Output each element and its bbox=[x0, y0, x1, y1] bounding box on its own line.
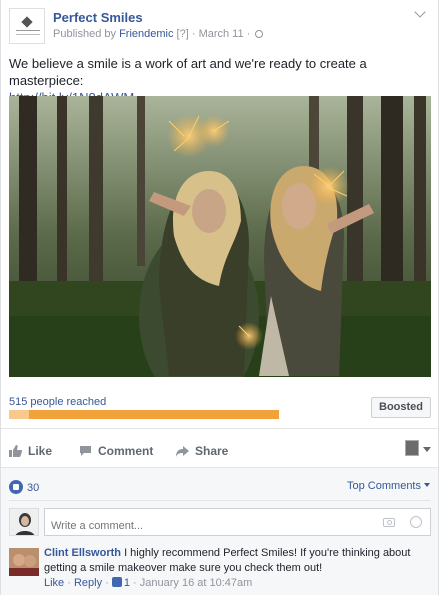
camera-icon[interactable] bbox=[383, 518, 395, 527]
like-label: Like bbox=[28, 444, 53, 458]
commenter-avatar[interactable] bbox=[9, 548, 39, 576]
post-header: Perfect Smiles Published by Friendemic [… bbox=[9, 8, 429, 44]
page-avatar[interactable] bbox=[9, 8, 45, 44]
comment-timestamp[interactable]: January 16 at 10:47am bbox=[140, 577, 253, 589]
post-actions: Like Comment Share bbox=[1, 436, 438, 466]
share-arrow-icon bbox=[176, 446, 189, 457]
logo-diamond-icon bbox=[21, 16, 33, 28]
comments-section: 30 Top Comments Clint Ellsworth I highly… bbox=[1, 467, 438, 595]
divider bbox=[1, 428, 438, 429]
commenter-avatar-image bbox=[9, 548, 39, 576]
speech-bubble-icon bbox=[80, 446, 91, 456]
comment-likes-count[interactable]: 1 bbox=[124, 577, 130, 589]
boosted-button[interactable]: Boosted bbox=[371, 397, 431, 418]
reach-count-link[interactable]: 515 people reached bbox=[9, 396, 106, 408]
sort-label: Top Comments bbox=[347, 480, 421, 492]
comment-like-link[interactable]: Like bbox=[44, 577, 64, 589]
post-date[interactable]: March 11 bbox=[199, 28, 244, 40]
divider bbox=[9, 500, 430, 501]
published-by-label: Published by bbox=[53, 28, 116, 40]
photo-illustration bbox=[9, 96, 431, 377]
emoji-icon[interactable] bbox=[410, 516, 422, 528]
comment-button[interactable]: Comment bbox=[79, 444, 153, 458]
user-avatar bbox=[9, 508, 39, 536]
comment-label: Comment bbox=[98, 444, 154, 458]
reach-progress-bar bbox=[9, 410, 279, 419]
post-photo[interactable] bbox=[9, 96, 431, 377]
comment-input[interactable] bbox=[44, 508, 431, 536]
comment-author-link[interactable]: Clint Ellsworth bbox=[44, 547, 121, 559]
likes-count-value: 30 bbox=[27, 482, 40, 494]
comment-sort-dropdown[interactable]: Top Comments bbox=[347, 480, 430, 492]
acting-as-avatar[interactable] bbox=[405, 440, 419, 456]
meta-separator: · bbox=[191, 28, 196, 40]
thumbs-up-icon bbox=[9, 445, 22, 457]
caret-down-icon bbox=[424, 483, 430, 487]
like-button[interactable]: Like bbox=[9, 444, 52, 458]
post-message: We believe a smile is a work of art and … bbox=[9, 56, 367, 88]
comment-text-block: Clint Ellsworth I highly recommend Perfe… bbox=[44, 546, 434, 576]
user-avatar-image bbox=[10, 509, 38, 535]
logo-text-lines bbox=[16, 30, 40, 35]
thumbs-up-icon bbox=[111, 577, 122, 587]
reach-organic-segment bbox=[9, 410, 30, 419]
post-meta: Published by Friendemic [?] · March 11 · bbox=[53, 28, 264, 40]
globe-icon bbox=[255, 30, 264, 38]
share-button[interactable]: Share bbox=[176, 444, 228, 458]
like-badge-icon bbox=[9, 480, 23, 494]
reactions-count[interactable]: 30 bbox=[9, 480, 39, 494]
comment-meta: Like · Reply · 1 · January 16 at 10:47am bbox=[44, 577, 253, 589]
caret-down-icon[interactable] bbox=[423, 447, 431, 452]
chevron-down-icon[interactable] bbox=[413, 8, 429, 20]
post-card: Perfect Smiles Published by Friendemic [… bbox=[0, 0, 439, 595]
publisher-help[interactable]: [?] bbox=[177, 28, 189, 40]
publisher-link[interactable]: Friendemic bbox=[119, 28, 173, 40]
comment-reply-link[interactable]: Reply bbox=[74, 577, 102, 589]
share-label: Share bbox=[195, 444, 229, 458]
meta-separator-2: · bbox=[246, 28, 251, 40]
page-name-link[interactable]: Perfect Smiles bbox=[53, 10, 143, 25]
